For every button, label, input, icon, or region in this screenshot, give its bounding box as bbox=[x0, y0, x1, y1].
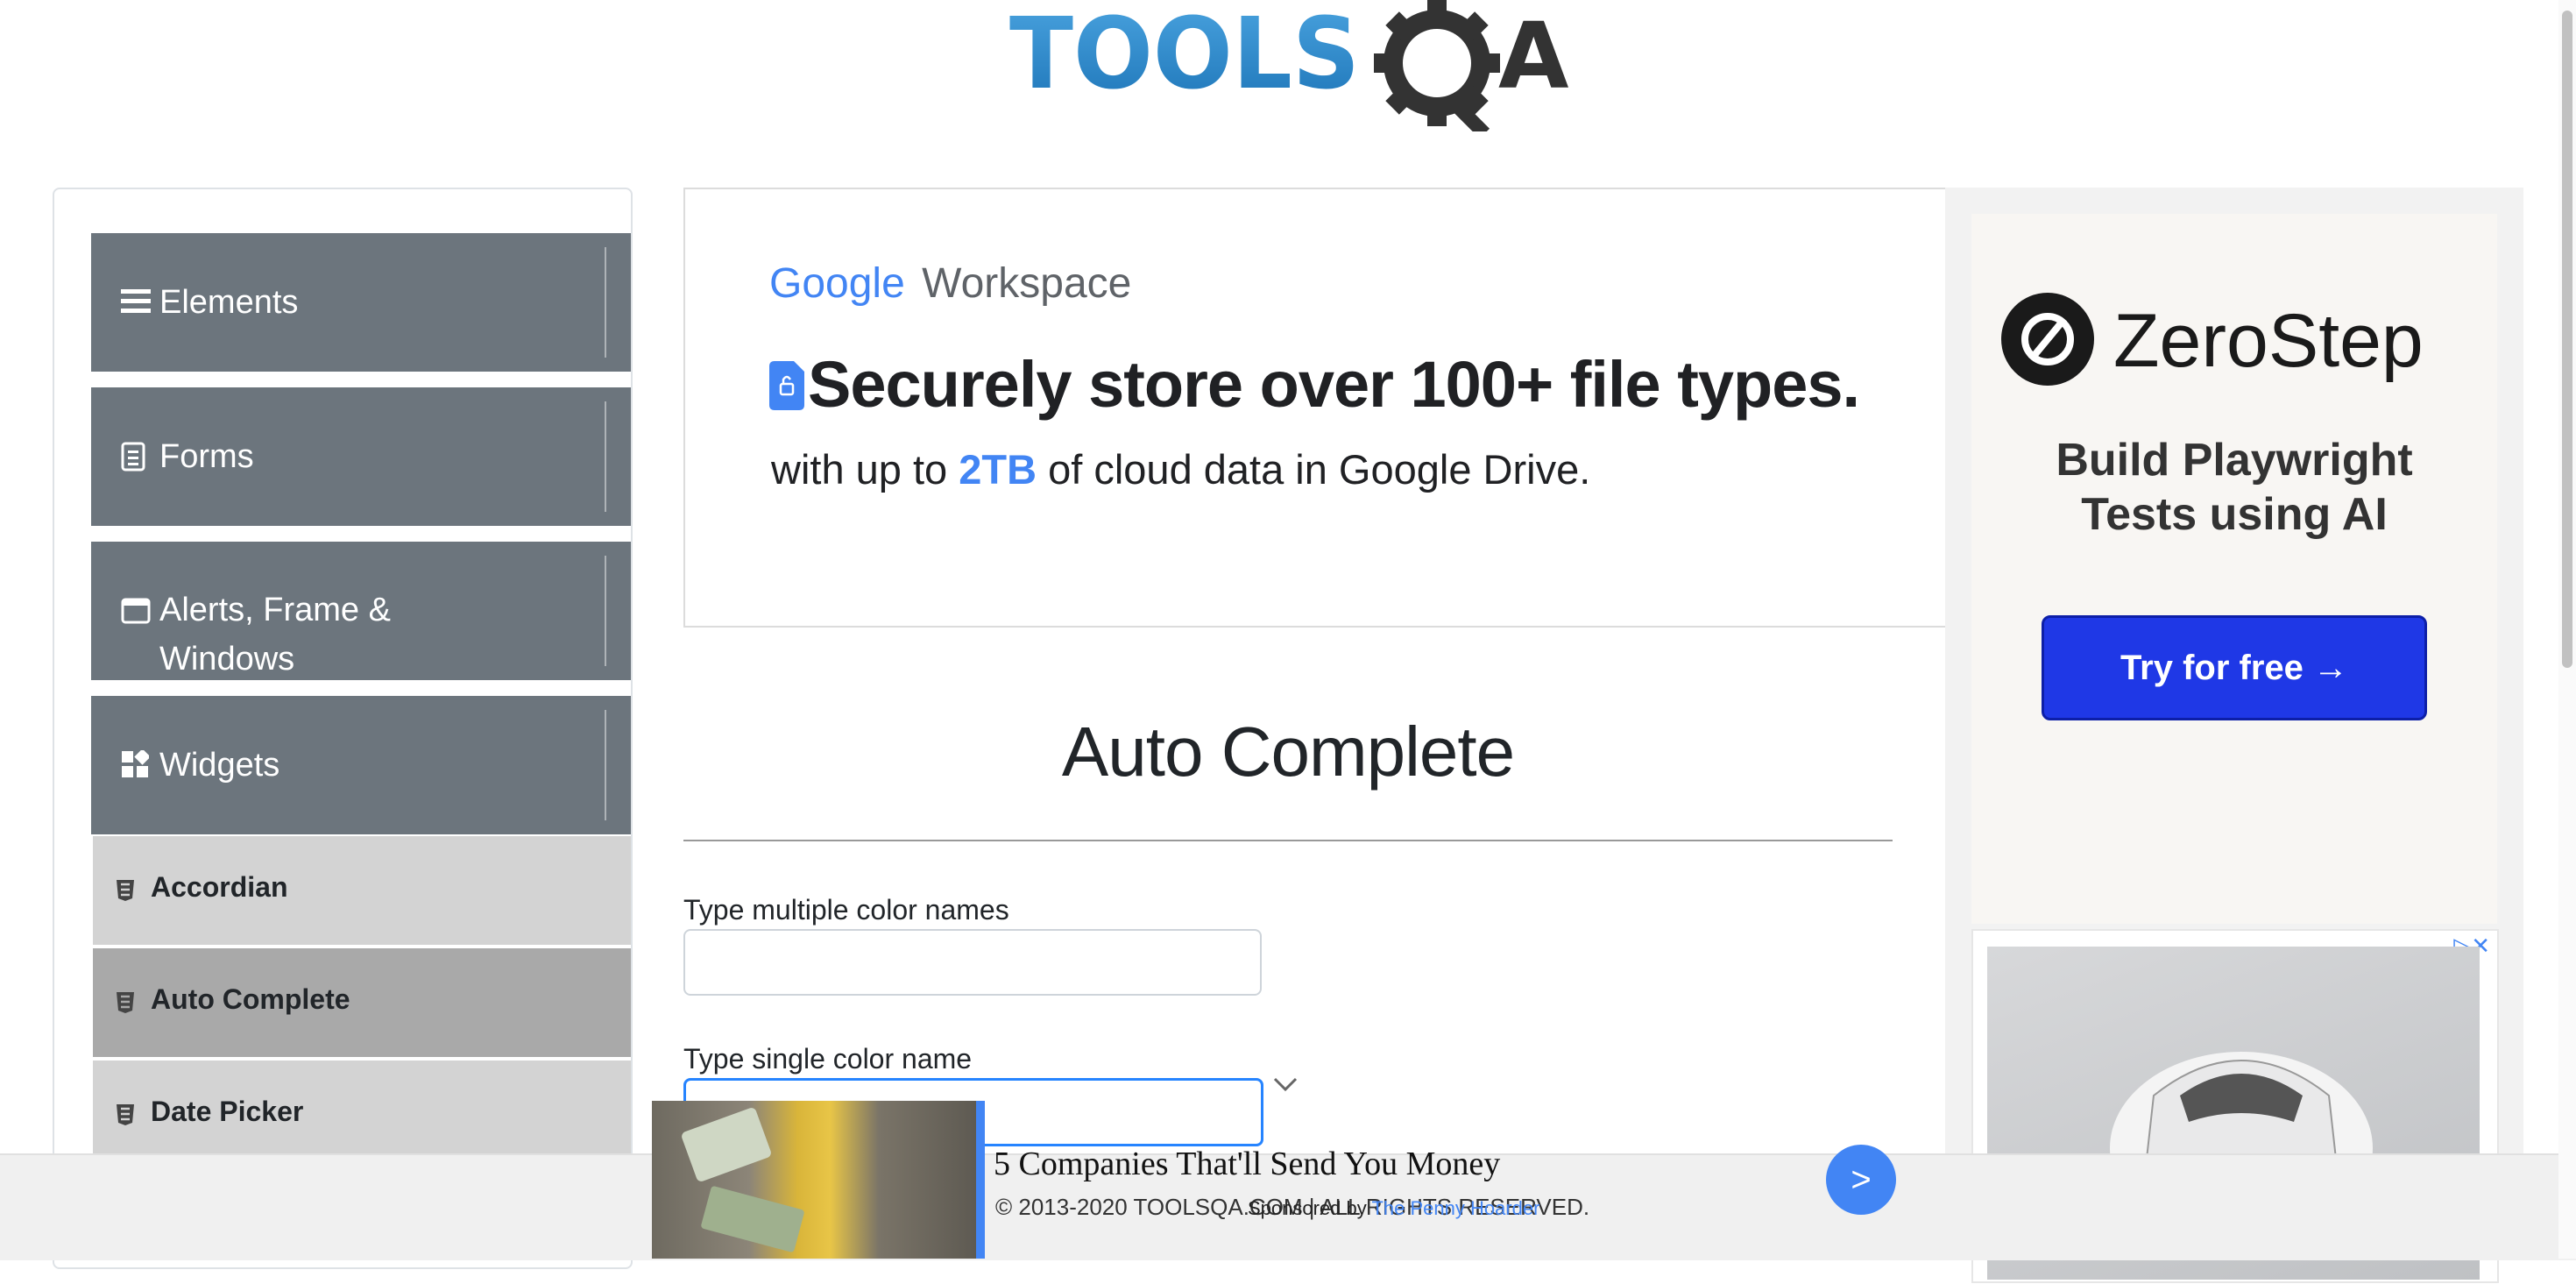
zerostep-brand: ZeroStep bbox=[2113, 299, 2424, 383]
widgets-icon bbox=[121, 748, 151, 783]
multi-color-label: Type multiple color names bbox=[683, 894, 1009, 926]
sponsor-name[interactable]: The Penny Hoarder bbox=[1371, 1197, 1539, 1219]
sidebar-item-auto-complete[interactable]: Auto Complete bbox=[93, 948, 631, 1059]
chevron-down-icon[interactable] bbox=[1272, 1076, 1299, 1096]
browser-window-icon bbox=[121, 598, 151, 628]
html5-icon bbox=[116, 989, 135, 1021]
single-color-label: Type single color name bbox=[683, 1043, 973, 1075]
google-workspace-brand: Google Workspace bbox=[769, 259, 1131, 308]
page-scrollbar[interactable] bbox=[2558, 0, 2576, 1259]
sidebar-item-accordian[interactable]: Accordian bbox=[93, 836, 631, 947]
tagline-line1: Build Playwright bbox=[2056, 435, 2413, 486]
logo-text-tools: TOOLS bbox=[1009, 0, 1360, 111]
sidebar-group-label-line1: Alerts, Frame & bbox=[159, 592, 391, 628]
download-arrow-icon[interactable] bbox=[606, 542, 631, 680]
title-divider bbox=[683, 840, 1893, 841]
zerostep-tagline: Build Playwright Tests using AI bbox=[1971, 433, 2497, 542]
google-workspace-ad[interactable]: Google Workspace Securely store over 100… bbox=[683, 188, 1947, 628]
drive-file-lock-icon bbox=[769, 361, 804, 415]
ad-subline: with up to 2TB of cloud data in Google D… bbox=[771, 445, 1590, 493]
sidebar-item-label: Accordian bbox=[151, 871, 288, 903]
sponsor-prefix: Sponsored by bbox=[1248, 1197, 1367, 1219]
bottom-sticky-ad[interactable]: 5 Companies That'll Send You Money Spons… bbox=[652, 1101, 1896, 1259]
toolsqa-logo[interactable]: TOOLS A bbox=[1008, 0, 1577, 139]
scrollbar-thumb[interactable] bbox=[2562, 11, 2572, 668]
sidebar-group-alerts-frame-windows[interactable]: Alerts, Frame & Windows bbox=[91, 542, 631, 680]
upload-arrow-icon[interactable] bbox=[606, 696, 631, 834]
logo-text-a: A bbox=[1498, 3, 1569, 110]
zerostep-logo-icon bbox=[2001, 293, 2094, 390]
ad-headline: Securely store over 100+ file types. bbox=[808, 348, 1860, 421]
ad-thumbnail-image bbox=[652, 1101, 976, 1259]
hamburger-icon bbox=[121, 287, 151, 320]
ad-subline-highlight: 2TB bbox=[959, 446, 1037, 493]
google-wordmark: Google bbox=[769, 260, 905, 307]
sidebar-group-label: Elements bbox=[159, 284, 299, 321]
multi-color-input[interactable] bbox=[683, 929, 1262, 996]
page-title: Auto Complete bbox=[1061, 713, 1515, 791]
html5-icon bbox=[116, 876, 135, 909]
document-icon bbox=[121, 442, 145, 476]
ad-accent-bar bbox=[976, 1101, 985, 1259]
sidebar-group-elements[interactable]: Elements bbox=[91, 233, 631, 372]
bottom-ad-next-button[interactable]: > bbox=[1826, 1145, 1896, 1215]
sidebar-item-label: Date Picker bbox=[151, 1096, 304, 1127]
bottom-ad-sponsor: Sponsored by The Penny Hoarder bbox=[1248, 1197, 1539, 1220]
right-ad-panel: ZeroStep Build Playwright Tests using AI… bbox=[1945, 188, 2523, 1283]
ad-subline-pre: with up to bbox=[771, 446, 959, 493]
zerostep-ad[interactable]: ZeroStep Build Playwright Tests using AI… bbox=[1971, 214, 2497, 924]
try-for-free-button[interactable]: Try for free → bbox=[2042, 615, 2427, 720]
sidebar-item-label: Auto Complete bbox=[151, 983, 350, 1015]
ad-subline-post: of cloud data in Google Drive. bbox=[1037, 446, 1591, 493]
html5-icon bbox=[116, 1101, 135, 1133]
sidebar-group-forms[interactable]: Forms bbox=[91, 387, 631, 526]
bottom-ad-headline: 5 Companies That'll Send You Money bbox=[994, 1146, 1501, 1182]
tagline-line2: Tests using AI bbox=[2081, 489, 2388, 540]
sidebar-group-widgets[interactable]: Widgets bbox=[91, 696, 631, 834]
workspace-wordmark: Workspace bbox=[922, 260, 1132, 307]
sidebar-group-label-line2: Windows bbox=[159, 641, 295, 677]
sidebar: Elements Forms Alerts, Frame & Windows W bbox=[53, 188, 633, 1269]
sidebar-group-label: Forms bbox=[159, 438, 254, 475]
download-arrow-icon[interactable] bbox=[606, 387, 631, 526]
sidebar-group-label: Widgets bbox=[159, 747, 280, 784]
gear-icon bbox=[1374, 0, 1500, 139]
download-arrow-icon[interactable] bbox=[606, 233, 631, 372]
